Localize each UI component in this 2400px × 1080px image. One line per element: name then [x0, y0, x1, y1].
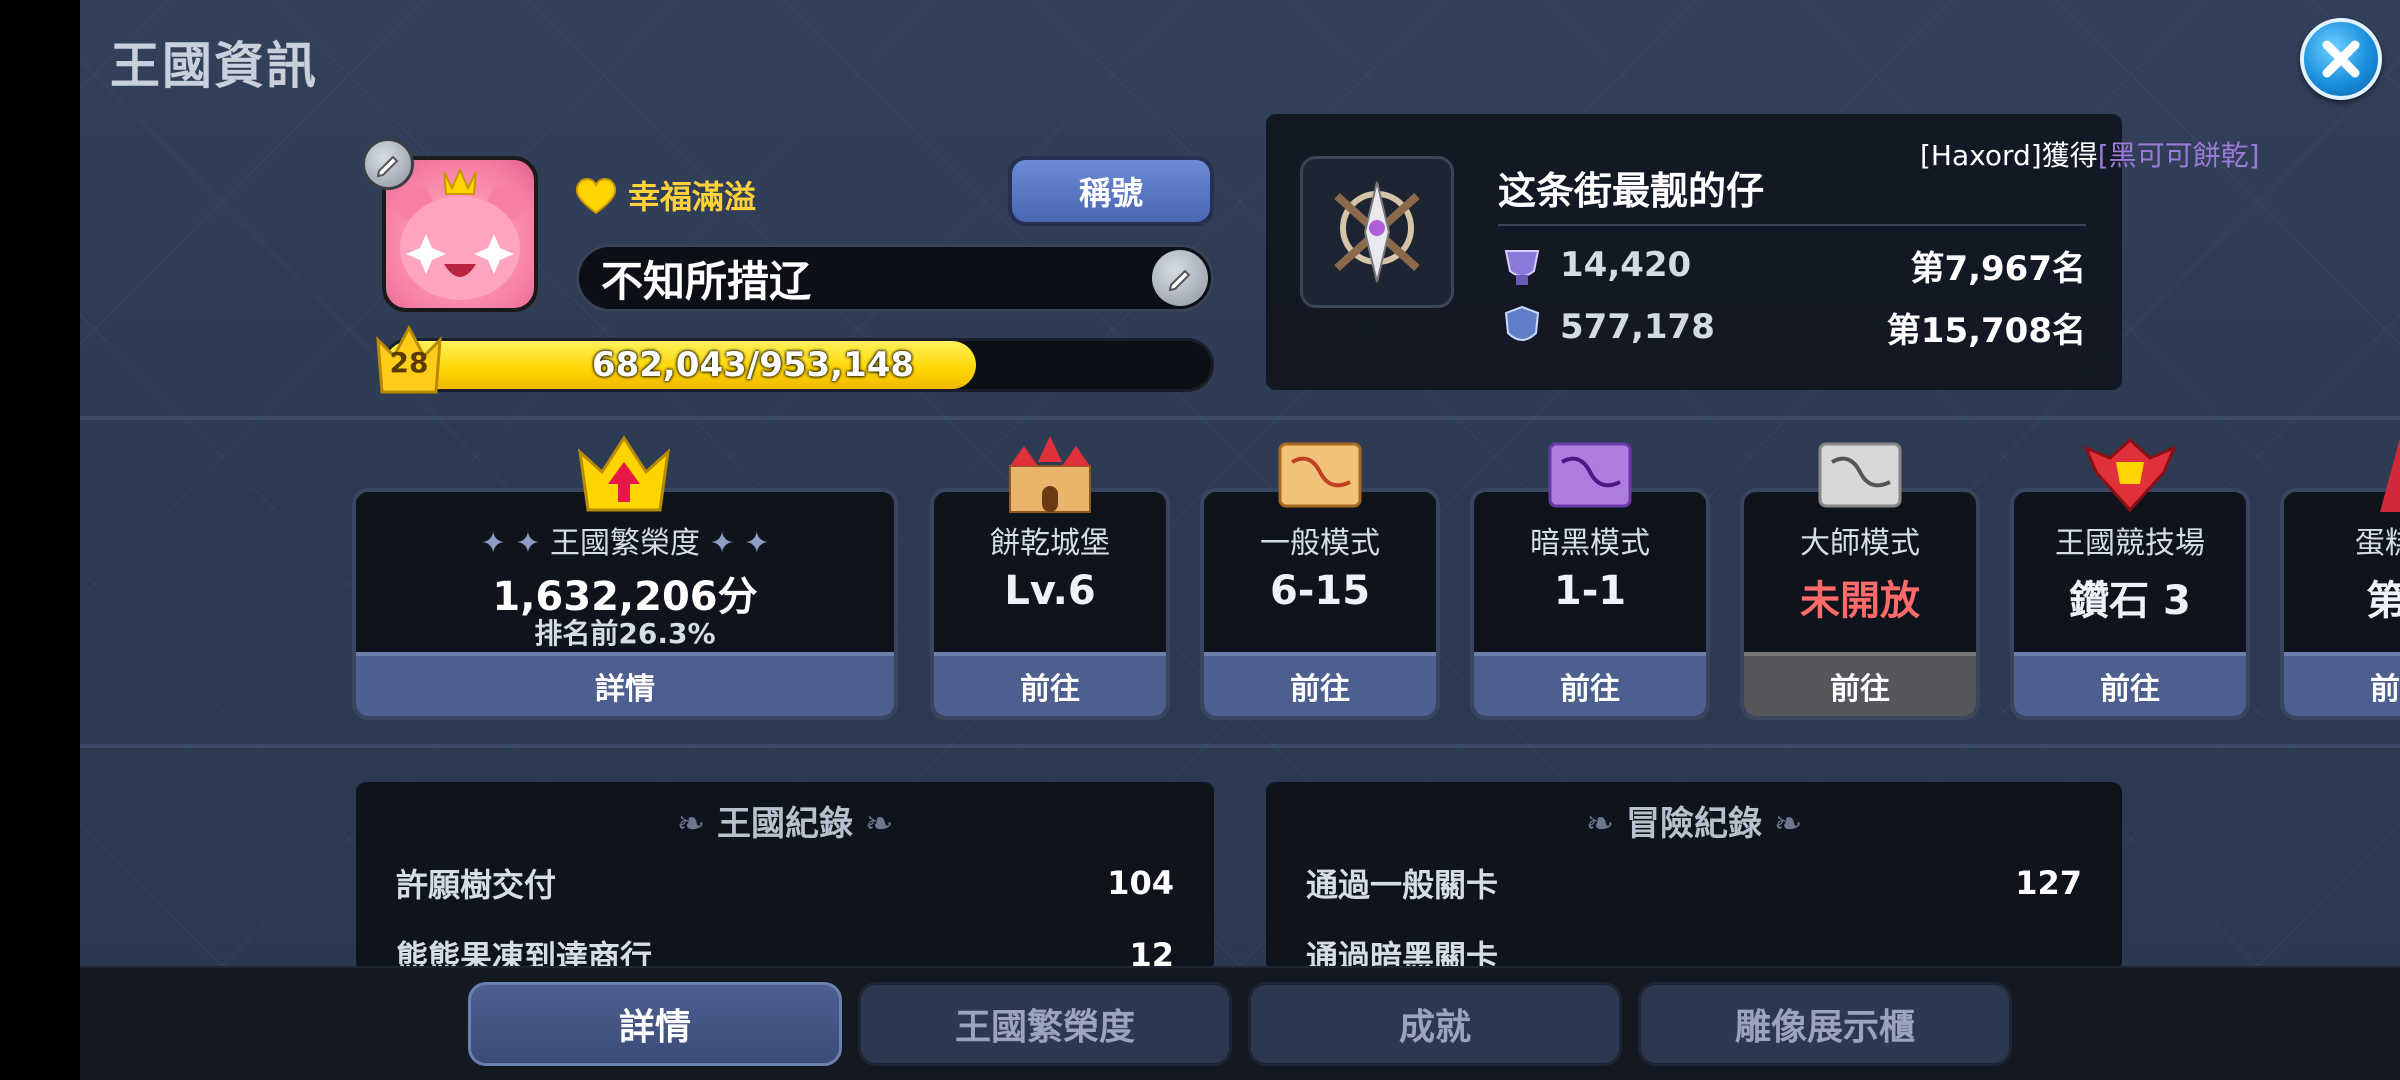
card-master-mode: 大師模式 未開放 前往 [1740, 488, 1980, 720]
tab-achievements[interactable]: 成就 [1248, 982, 1622, 1066]
trophy-value: 14,420 [1560, 245, 1692, 285]
notice-item-link[interactable]: [黑可可餅乾] [2098, 139, 2260, 172]
close-icon [2322, 40, 2360, 78]
card-value: 6-15 [1269, 568, 1371, 614]
power-rank: 第15,708名 [1886, 310, 2086, 351]
card-cake-tower: 蛋糕塔 第8 前往 [2280, 488, 2400, 720]
adventure-record-panel: ❧ 冒險紀錄 ❧ 通過一般關卡 127 通過暗黑關卡 [1266, 782, 2122, 972]
cake-tower-icon [2380, 438, 2400, 512]
details-button[interactable]: 詳情 [356, 652, 894, 716]
card-value: 鑽石 3 [2069, 578, 2191, 624]
card-label: 餅乾城堡 [990, 526, 1110, 561]
record-label: 通過一般關卡 [1306, 866, 1499, 904]
kingdom-info-screen: 王國資訊 幸福滿溢 稱號 不知所措辽 682,043/953,148 28 [H… [80, 0, 2400, 1080]
page-title: 王國資訊 [110, 37, 318, 95]
pencil-icon [376, 155, 399, 178]
mood-label: 幸福滿溢 [628, 178, 757, 216]
master-map-scroll-icon [1818, 442, 1902, 508]
close-button[interactable] [2300, 18, 2382, 100]
card-label: 蛋糕塔 [2355, 526, 2400, 561]
tab-kingdom-prosperity[interactable]: 王國繁榮度 [858, 982, 1232, 1066]
go-button-disabled: 前往 [1744, 652, 1976, 716]
record-label: 許願樹交付 [396, 866, 557, 904]
record-value: 104 [1107, 864, 1174, 902]
power-value: 577,178 [1560, 307, 1715, 347]
card-subvalue: 排名前26.3% [534, 617, 716, 650]
bottom-tab-bar [80, 966, 2400, 1080]
go-button[interactable]: 前往 [1204, 652, 1436, 716]
go-button[interactable]: 前往 [1474, 652, 1706, 716]
tab-statue-showcase[interactable]: 雕像展示櫃 [1638, 982, 2012, 1066]
xp-text: 682,043/953,148 [591, 345, 915, 385]
power-stat-row: 577,178 第15,708名 [1498, 302, 2086, 352]
card-value: 1-1 [1553, 568, 1627, 614]
record-row: 通過一般關卡 127 [1306, 858, 2082, 908]
card-label: 王國競技場 [2055, 526, 2205, 561]
card-label: 一般模式 [1260, 526, 1380, 561]
card-value: Lv.6 [1004, 568, 1096, 614]
trophy-stat-row: 14,420 第7,967名 [1498, 240, 2086, 290]
purple-trophy-icon [1504, 250, 1540, 285]
go-button[interactable]: 前往 [2014, 652, 2246, 716]
record-row: 許願樹交付 104 [396, 858, 1174, 908]
avatar-image [386, 160, 534, 308]
rank-title: 这条街最靓的仔 [1498, 169, 1765, 213]
heart-icon [575, 178, 617, 215]
sword-shield-emblem-icon [1334, 181, 1420, 283]
blue-shield-icon [1504, 305, 1540, 341]
dark-map-scroll-icon [1548, 442, 1632, 508]
tab-details[interactable]: 詳情 [468, 982, 842, 1066]
card-kingdom-prosperity: ✦ ✦ 王國繁榮度 ✦ ✦ 1,632,206分 排名前26.3% 詳情 [352, 488, 898, 720]
castle-icon [1009, 436, 1091, 513]
name-edit-button[interactable] [1152, 250, 1208, 306]
title-button[interactable]: 稱號 [1008, 156, 1214, 226]
card-label: ✦ ✦ 王國繁榮度 ✦ ✦ [480, 526, 770, 561]
pencil-icon [1168, 269, 1191, 292]
avatar-edit-button[interactable] [362, 138, 414, 190]
kingdom-record-title: ❧ 王國紀錄 ❧ [676, 804, 894, 844]
card-value: 未開放 [1800, 578, 1920, 624]
go-button[interactable]: 前往 [934, 652, 1166, 716]
kingdom-record-panel: ❧ 王國紀錄 ❧ 許願樹交付 104 熊熊果凍到達商行 12 [356, 782, 1214, 972]
card-label: 大師模式 [1800, 526, 1920, 561]
map-scroll-icon [1278, 442, 1362, 508]
card-label: 暗黑模式 [1530, 526, 1650, 561]
go-button[interactable]: 前往 [2284, 652, 2400, 716]
kingdom-level: 28 [389, 346, 429, 379]
section-divider [80, 416, 2400, 420]
trophy-rank: 第7,967名 [1910, 248, 2086, 289]
kingdom-name-field: 不知所措辽 [576, 244, 1214, 312]
crown-icon [577, 435, 671, 512]
rank-emblem[interactable] [1300, 156, 1454, 308]
card-kingdom-arena: 王國競技場 鑽石 3 前往 [2010, 488, 2250, 720]
record-value: 127 [2015, 864, 2082, 902]
acquisition-notice: [Haxord]獲得[黑可可餅乾] [1920, 134, 2260, 174]
notice-prefix: [Haxord]獲得 [1920, 139, 2098, 172]
card-dark-mode: 暗黑模式 1-1 前往 [1470, 488, 1710, 720]
mood-status: 幸福滿溢 [574, 172, 756, 218]
card-value: 第8 [2284, 568, 2400, 626]
card-cookie-castle: 餅乾城堡 Lv.6 前往 [930, 488, 1170, 720]
adventure-record-title: ❧ 冒險紀錄 ❧ [1585, 804, 1803, 844]
card-normal-mode: 一般模式 6-15 前往 [1200, 488, 1440, 720]
xp-progress-bar: 682,043/953,148 [382, 338, 1214, 392]
bear-face-icon [396, 167, 524, 300]
arena-shield-icon [2083, 437, 2177, 513]
section-divider [80, 744, 2400, 748]
rank-divider [1498, 224, 2086, 226]
